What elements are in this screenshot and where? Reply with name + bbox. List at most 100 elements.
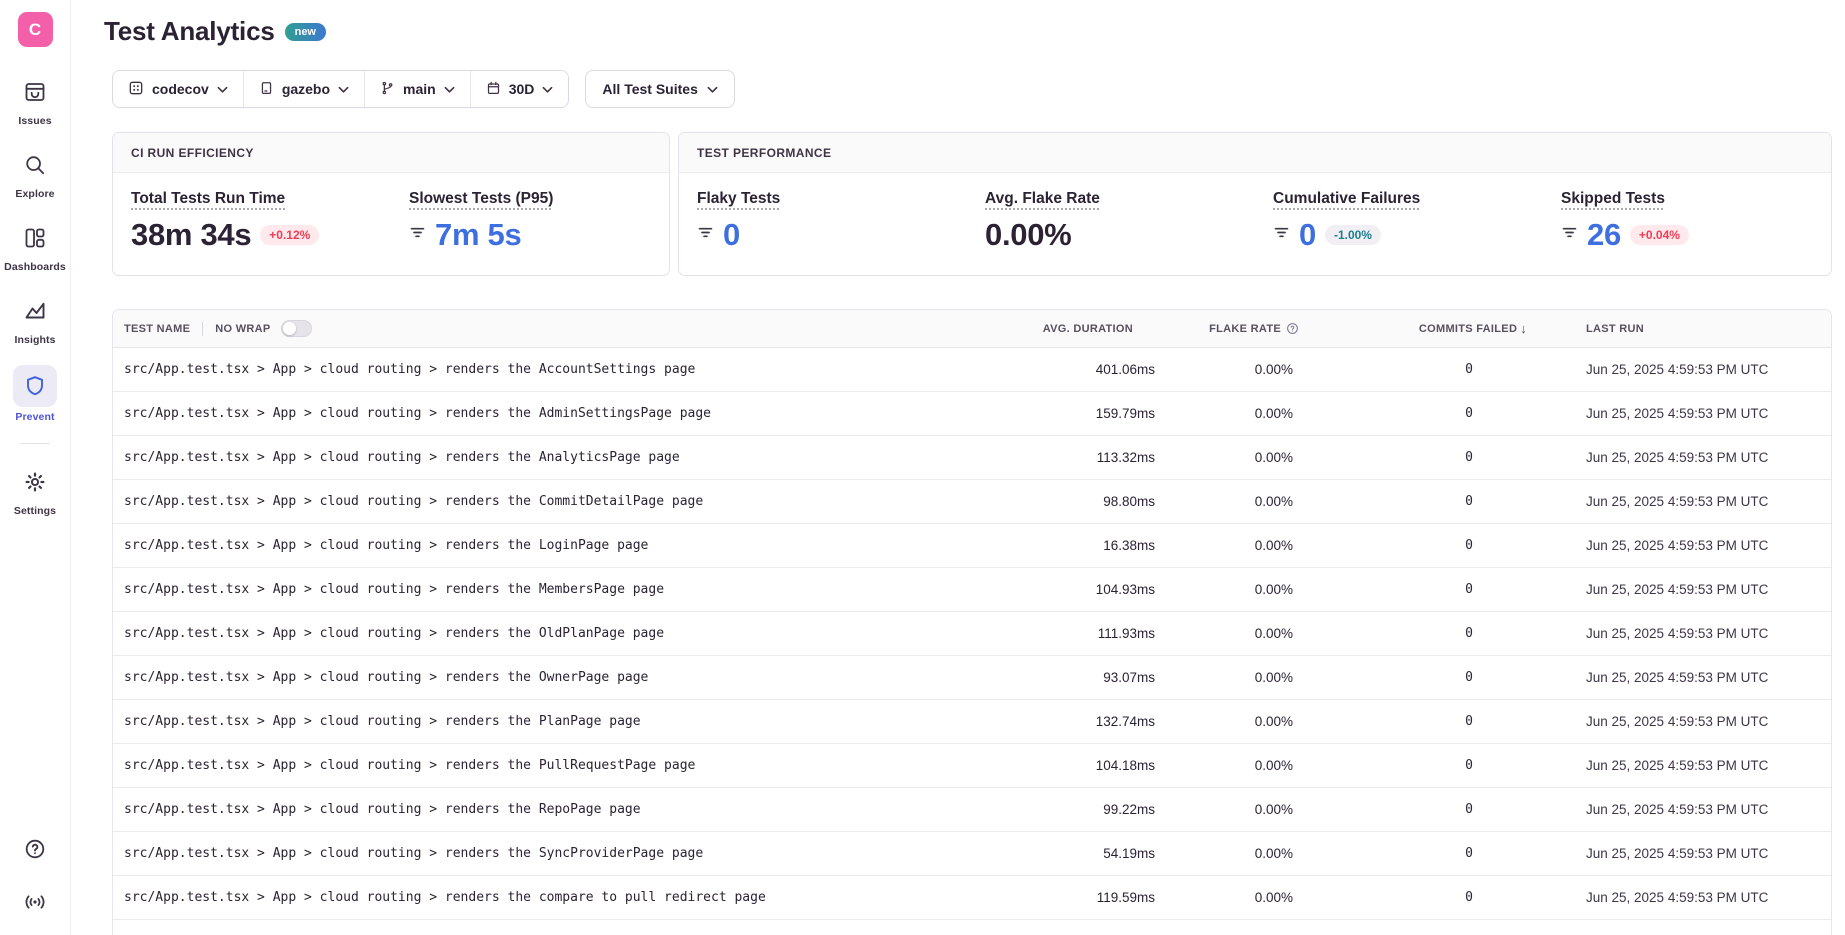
filter-icon[interactable] <box>1273 224 1290 246</box>
metric-slowest-tests: Slowest Tests (P95) 7m 5s <box>391 190 669 275</box>
test-name-cell[interactable]: src/App.test.tsx > App > cloud routing >… <box>113 450 991 465</box>
table-row[interactable]: src/App.test.tsx > App > cloud routing >… <box>113 832 1831 876</box>
panel-header: TEST PERFORMANCE <box>679 133 1831 173</box>
shield-icon <box>13 365 57 407</box>
table-row[interactable]: src/App.test.tsx > App > cloud routing >… <box>113 876 1831 920</box>
branch-icon <box>380 80 395 99</box>
metric-flaky-tests: Flaky Tests 0 <box>679 190 967 275</box>
chart-icon <box>14 292 56 330</box>
test-name-cell[interactable]: src/App.test.tsx > App > cloud routing >… <box>113 714 991 729</box>
test-name-header-label[interactable]: TEST NAME <box>124 323 190 335</box>
filter-icon[interactable] <box>1561 224 1578 246</box>
table-row[interactable]: src/App.test.tsx > App > cloud routing >… <box>113 612 1831 656</box>
sidebar-item-label: Explore <box>15 188 54 200</box>
table-row[interactable]: src/App.test.tsx > App > cloud routing >… <box>113 392 1831 436</box>
sidebar-item-settings[interactable]: Settings <box>0 463 70 517</box>
help-circle-icon[interactable] <box>1286 322 1299 335</box>
avg-duration-header[interactable]: AVG. DURATION <box>991 323 1161 335</box>
metric-label[interactable]: Skipped Tests <box>1561 190 1665 208</box>
avg-duration-cell: 104.18ms <box>991 758 1161 773</box>
avg-duration-cell: 132.74ms <box>991 714 1161 729</box>
metric-value: 0.00% <box>985 217 1071 253</box>
commits-failed-cell: 0 <box>1301 582 1531 597</box>
panel-body: Total Tests Run Time 38m 34s +0.12% Slow… <box>113 173 669 275</box>
commits-failed-cell: 0 <box>1301 450 1531 465</box>
flake-rate-cell: 0.00% <box>1161 582 1301 597</box>
sidebar-item-label: Settings <box>14 505 56 517</box>
test-name-cell[interactable]: src/App.test.tsx > App > cloud routing >… <box>113 846 991 861</box>
flake-rate-header[interactable]: FLAKE RATE <box>1161 322 1301 335</box>
avg-duration-cell: 93.07ms <box>991 670 1161 685</box>
flake-rate-cell: 0.00% <box>1161 846 1301 861</box>
avg-duration-cell: 99.22ms <box>991 802 1161 817</box>
last-run-cell: Jun 25, 2025 4:59:53 PM UTC <box>1531 538 1831 553</box>
test-name-cell[interactable]: src/App.test.tsx > App > cloud routing >… <box>113 758 991 773</box>
last-run-cell: Jun 25, 2025 4:59:53 PM UTC <box>1531 802 1831 817</box>
table-row[interactable]: src/App.test.tsx > App > cloud routing >… <box>113 744 1831 788</box>
table-row[interactable]: src/App.test.tsx > App > cloud routing >… <box>113 700 1831 744</box>
delta-badge: +0.04% <box>1630 225 1689 245</box>
metric-cumulative-failures: Cumulative Failures 0 -1.00% <box>1255 190 1543 275</box>
test-suites-label: All Test Suites <box>602 81 697 97</box>
metric-label[interactable]: Total Tests Run Time <box>131 190 285 208</box>
branch-filter-dropdown[interactable]: main <box>364 71 470 107</box>
last-run-header[interactable]: LAST RUN <box>1531 323 1831 335</box>
metric-label[interactable]: Slowest Tests (P95) <box>409 190 553 208</box>
org-filter-dropdown[interactable]: codecov <box>113 71 243 107</box>
sidebar-item-insights[interactable]: Insights <box>0 292 70 346</box>
metric-value: 0 <box>1299 217 1316 253</box>
test-name-cell[interactable]: src/App.test.tsx > App > cloud routing >… <box>113 626 991 641</box>
repo-icon <box>259 80 274 99</box>
test-name-cell[interactable]: src/App.test.tsx > App > cloud routing >… <box>113 670 991 685</box>
commits-failed-header[interactable]: COMMITS FAILED ↓ <box>1301 321 1531 336</box>
test-name-cell[interactable]: src/App.test.tsx > App > cloud routing >… <box>113 406 991 421</box>
test-name-cell[interactable]: src/App.test.tsx > App > cloud routing >… <box>113 362 991 377</box>
sidebar-item-issues[interactable]: Issues <box>0 73 70 127</box>
filter-icon[interactable] <box>409 224 426 246</box>
sidebar-item-label: Dashboards <box>4 261 66 273</box>
chevron-down-icon <box>542 81 553 97</box>
flake-rate-cell: 0.00% <box>1161 406 1301 421</box>
header-separator <box>202 322 203 336</box>
metric-label[interactable]: Avg. Flake Rate <box>985 190 1100 208</box>
last-run-cell: Jun 25, 2025 4:59:53 PM UTC <box>1531 362 1831 377</box>
avg-duration-cell: 113.32ms <box>991 450 1161 465</box>
panel-title: CI RUN EFFICIENCY <box>131 146 254 160</box>
table-row[interactable]: src/App.test.tsx > App > cloud routing >… <box>113 480 1831 524</box>
table-row[interactable]: src/App.test.tsx > App > cloud routing >… <box>113 524 1831 568</box>
table-row[interactable]: src/App.test.tsx > App > cloud routing >… <box>113 788 1831 832</box>
help-icon[interactable] <box>23 837 47 866</box>
commits-failed-cell: 0 <box>1301 758 1531 773</box>
sidebar-item-prevent[interactable]: Prevent <box>0 365 70 423</box>
table-row[interactable]: src/App.test.tsx > App > cloud routing >… <box>113 436 1831 480</box>
test-name-cell[interactable]: src/App.test.tsx > App > cloud routing >… <box>113 494 991 509</box>
test-name-cell[interactable]: src/App.test.tsx > App > cloud routing >… <box>113 802 991 817</box>
table-row[interactable]: src/App.test.tsx > App > cloud routing >… <box>113 568 1831 612</box>
sidebar-item-explore[interactable]: Explore <box>0 146 70 200</box>
org-avatar[interactable]: C <box>18 12 53 47</box>
metric-value: 26 <box>1587 217 1621 253</box>
test-name-cell[interactable]: src/App.test.tsx > App > cloud routing >… <box>113 890 991 905</box>
metric-total-run-time: Total Tests Run Time 38m 34s +0.12% <box>113 190 391 275</box>
sidebar-item-dashboards[interactable]: Dashboards <box>0 219 70 273</box>
broadcast-icon[interactable] <box>22 890 48 919</box>
filter-icon[interactable] <box>697 224 714 246</box>
no-wrap-toggle[interactable] <box>281 320 312 337</box>
test-name-cell[interactable]: src/App.test.tsx > App > cloud routing >… <box>113 538 991 553</box>
table-row[interactable]: src/App.test.tsx > App > cloud routing >… <box>113 656 1831 700</box>
org-grid-icon <box>128 80 144 99</box>
metric-label[interactable]: Cumulative Failures <box>1273 190 1420 208</box>
metric-value: 7m 5s <box>435 217 521 253</box>
metric-label[interactable]: Flaky Tests <box>697 190 780 208</box>
dashboards-icon <box>14 219 56 257</box>
org-filter-label: codecov <box>152 81 209 97</box>
avg-duration-cell: 104.93ms <box>991 582 1161 597</box>
flake-rate-cell: 0.00% <box>1161 450 1301 465</box>
main-content: Test Analytics new codecov <box>71 0 1845 935</box>
date-range-dropdown[interactable]: 30D <box>470 71 569 107</box>
test-name-cell[interactable]: src/App.test.tsx > App > cloud routing >… <box>113 582 991 597</box>
test-suites-dropdown[interactable]: All Test Suites <box>585 70 734 108</box>
repo-filter-dropdown[interactable]: gazebo <box>243 71 364 107</box>
table-row[interactable]: src/App.test.tsx > App > cloud routing >… <box>113 348 1831 392</box>
new-badge: new <box>285 23 326 41</box>
